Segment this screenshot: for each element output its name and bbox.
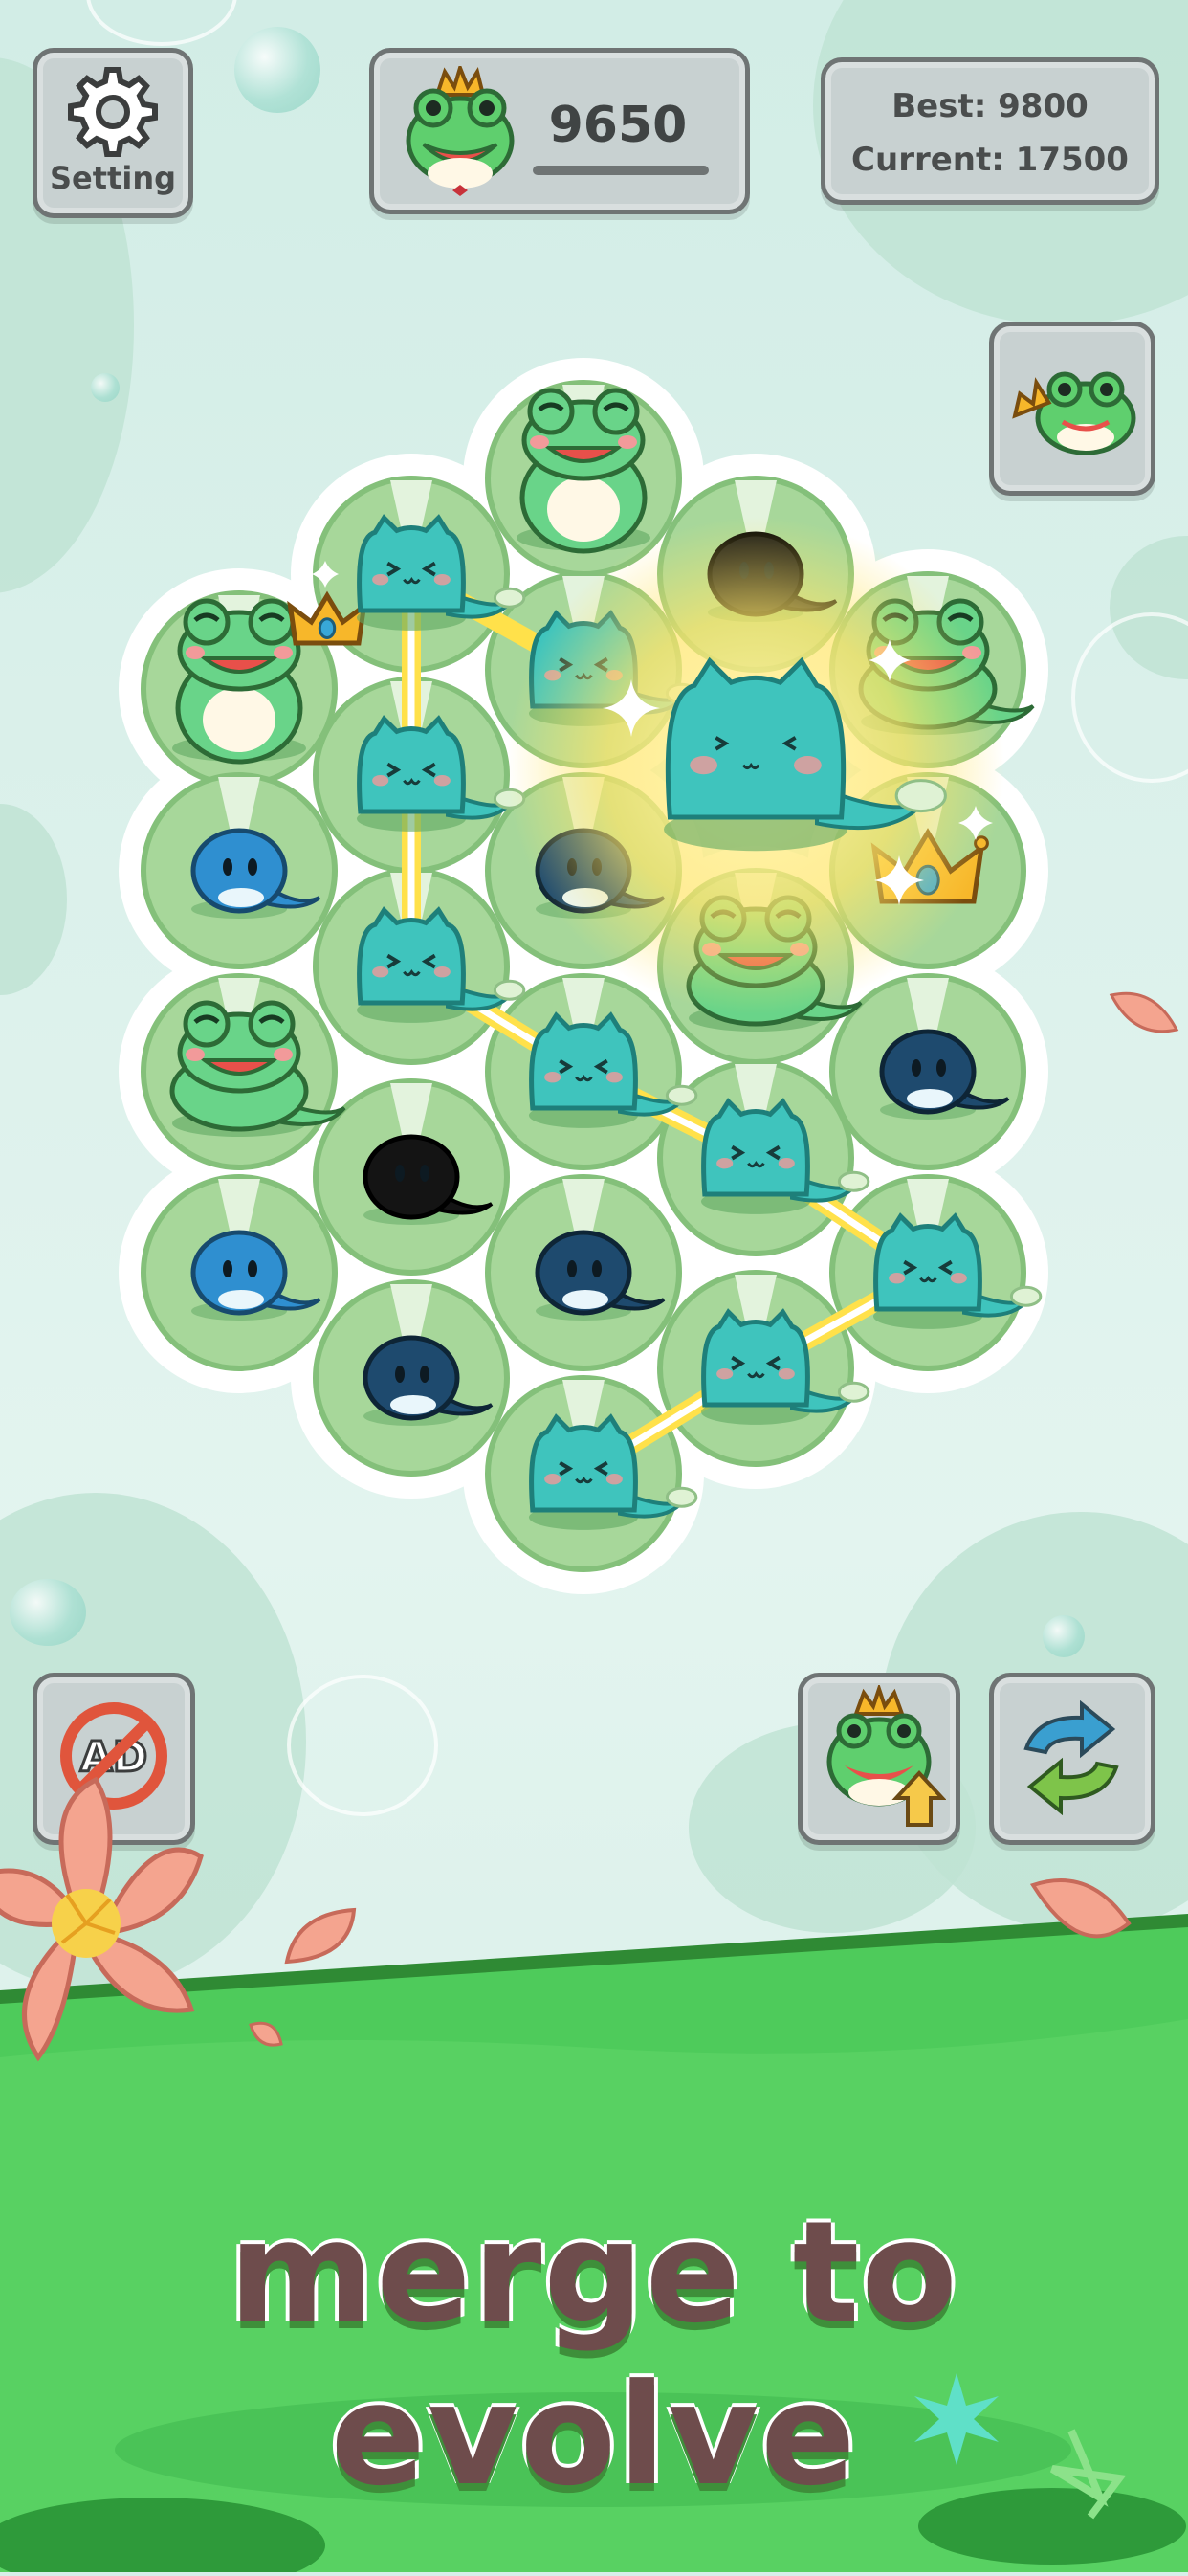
frog-upgrade-icon — [826, 1685, 946, 1827]
shuffle-button[interactable] — [989, 1673, 1155, 1845]
game-board — [0, 0, 1188, 1627]
petal-icon — [1029, 1878, 1132, 1939]
frog-sitting[interactable] — [517, 388, 650, 554]
upgrade-button[interactable] — [798, 1673, 960, 1845]
lotus-flower-icon — [0, 1776, 204, 2062]
petal-icon — [1109, 991, 1179, 1033]
petal-icon — [284, 1907, 357, 1965]
shuffle-arrows-icon — [1023, 1700, 1119, 1815]
board-svg — [119, 358, 1048, 1594]
tagline: merge to evolve — [229, 2191, 959, 2517]
petal-icon — [249, 2021, 283, 2047]
